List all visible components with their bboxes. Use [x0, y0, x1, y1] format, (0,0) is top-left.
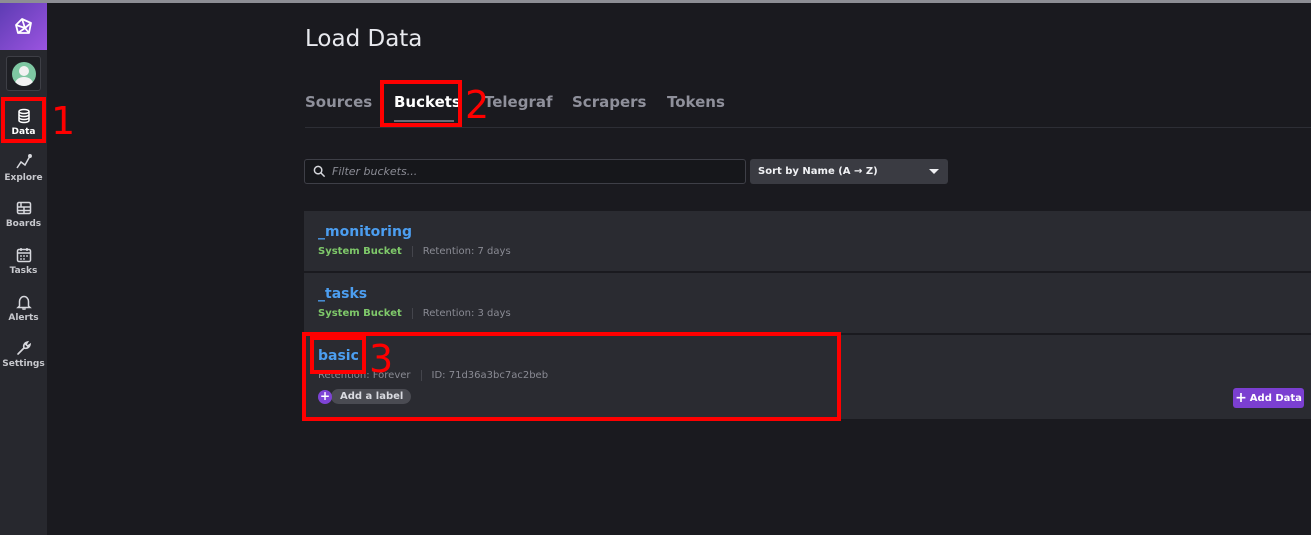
- graph-icon: [15, 153, 32, 168]
- sidebar-item-label: Explore: [4, 172, 43, 183]
- sidebar-item-label: Tasks: [9, 265, 38, 276]
- dashboard-grid-icon: [16, 201, 31, 214]
- plus-icon: +: [318, 388, 332, 404]
- sidebar-item-settings[interactable]: Settings: [0, 332, 47, 376]
- filter-buckets-input[interactable]: [332, 165, 732, 178]
- annotation-number-2: 2: [465, 83, 490, 127]
- bell-icon: [15, 295, 32, 310]
- bucket-filter: [304, 159, 746, 184]
- annotation-number-1: 1: [51, 99, 76, 143]
- annotation-number-3: 3: [369, 337, 394, 381]
- sidebar-item-alerts[interactable]: Alerts: [0, 286, 47, 330]
- sidebar-item-boards[interactable]: Boards: [0, 192, 47, 236]
- bucket-card-monitoring: _monitoring System Bucket Retention: 7 d…: [304, 211, 1311, 271]
- tab-tokens[interactable]: Tokens: [667, 93, 725, 111]
- plus-icon: +: [1235, 390, 1247, 406]
- tab-scrapers[interactable]: Scrapers: [572, 93, 646, 111]
- sidebar-item-label: Alerts: [8, 312, 39, 323]
- wrench-icon: [16, 340, 31, 355]
- system-bucket-badge: System Bucket: [318, 246, 402, 257]
- retention-text: Retention: 3 days: [422, 308, 511, 319]
- add-data-label: Add Data: [1249, 392, 1302, 404]
- retention-text: Retention: 7 days: [422, 246, 511, 257]
- sort-dropdown[interactable]: Sort by Name (A → Z): [750, 159, 948, 184]
- tab-divider: [305, 127, 1311, 128]
- bucket-name-link[interactable]: _tasks: [318, 286, 367, 302]
- sidebar-item-explore[interactable]: Explore: [0, 146, 47, 190]
- bucket-name-link[interactable]: _monitoring: [318, 224, 412, 240]
- sort-dropdown-label: Sort by Name (A → Z): [758, 166, 878, 177]
- annotation-box-2: [380, 80, 462, 127]
- search-icon: [313, 165, 326, 178]
- add-data-button[interactable]: + Add Data: [1233, 388, 1304, 408]
- annotation-box-3-inner: [310, 336, 366, 374]
- tab-telegraf[interactable]: Telegraf: [484, 93, 553, 111]
- avatar: [11, 61, 36, 86]
- caret-down-icon: [929, 169, 939, 174]
- bucket-card-tasks: _tasks System Bucket Retention: 3 days: [304, 273, 1311, 333]
- calendar-icon: [16, 247, 31, 262]
- sidebar: Data Explore Boards Tasks Alerts Setting…: [0, 3, 47, 535]
- user-avatar-button[interactable]: [6, 56, 41, 91]
- sidebar-item-label: Settings: [2, 358, 45, 369]
- influxdb-logo-icon[interactable]: [0, 3, 47, 50]
- page-title: Load Data: [305, 26, 423, 52]
- system-bucket-badge: System Bucket: [318, 308, 402, 319]
- tab-sources[interactable]: Sources: [305, 93, 372, 111]
- sidebar-item-tasks[interactable]: Tasks: [0, 239, 47, 283]
- annotation-box-1: [1, 97, 46, 143]
- window-top-border: [0, 0, 1311, 3]
- sidebar-item-label: Boards: [5, 218, 42, 229]
